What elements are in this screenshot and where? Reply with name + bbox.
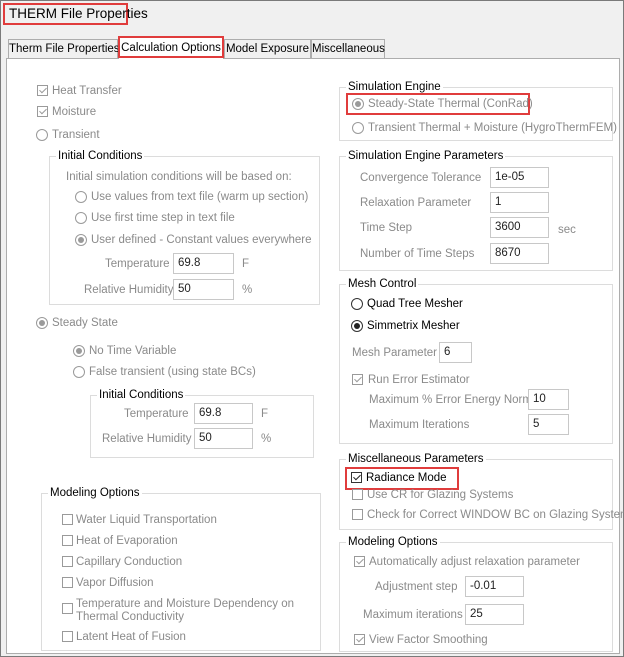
auto-adjust-relaxation-label: Automatically adjust relaxation paramete… — [369, 556, 580, 568]
max-iterations-label: Maximum Iterations — [369, 419, 470, 431]
no-time-variable-label: No Time Variable — [89, 345, 177, 357]
maximum-iterations-label: Maximum iterations — [363, 609, 463, 621]
radiance-mode-checkbox[interactable] — [351, 472, 362, 483]
convergence-tolerance-input[interactable]: 1e-05 — [490, 167, 549, 188]
relative-humidity-unit: % — [242, 284, 253, 296]
use-cr-checkbox[interactable] — [352, 489, 363, 500]
adjustment-step-label: Adjustment step — [375, 581, 458, 593]
radiance-mode-label: Radiance Mode — [366, 472, 447, 484]
steady-state-radio[interactable] — [36, 317, 48, 329]
mesh-parameter-input[interactable]: 6 — [439, 342, 472, 363]
vapor-diffusion-label: Vapor Diffusion — [76, 577, 154, 589]
heat-evaporation-label: Heat of Evaporation — [76, 535, 178, 547]
ss-relative-humidity-label: Relative Humidity — [102, 433, 192, 445]
view-factor-smoothing-label: View Factor Smoothing — [369, 634, 488, 646]
check-window-bc-checkbox[interactable] — [352, 509, 363, 520]
transient-label: Transient — [52, 129, 100, 141]
first-time-step-label: Use first time step in text file — [91, 212, 235, 224]
relative-humidity-input[interactable]: 50 — [173, 279, 234, 300]
auto-adjust-relaxation-checkbox[interactable] — [354, 556, 365, 567]
max-iterations-input[interactable]: 5 — [528, 414, 569, 435]
water-liquid-label: Water Liquid Transportation — [76, 514, 217, 526]
steady-state-thermal-label: Steady-State Thermal (ConRad) — [368, 98, 533, 110]
temp-moisture-dependency-checkbox[interactable] — [62, 603, 73, 614]
quad-tree-mesher-radio[interactable] — [351, 298, 363, 310]
transient-radio[interactable] — [36, 129, 48, 141]
time-step-unit: sec — [558, 224, 576, 236]
steady-state-thermal-radio[interactable] — [352, 98, 364, 110]
tab-therm-file-properties[interactable]: Therm File Properties — [8, 39, 120, 58]
moisture-label: Moisture — [52, 106, 97, 118]
maximum-iterations-input[interactable]: 25 — [465, 604, 524, 625]
ss-temperature-unit: F — [261, 408, 269, 420]
user-defined-label: User defined - Constant values everywher… — [91, 234, 312, 246]
ss-temperature-label: Temperature — [124, 408, 189, 420]
group-title: Simulation Engine — [346, 80, 443, 94]
group-title: Simulation Engine Parameters — [346, 149, 506, 163]
max-error-label: Maximum % Error Energy Norm — [369, 394, 532, 406]
window-title: THERM File Properties — [3, 3, 148, 25]
capillary-conduction-checkbox[interactable] — [62, 556, 73, 567]
vapor-diffusion-checkbox[interactable] — [62, 577, 73, 588]
tab-miscellaneous[interactable]: Miscellaneous — [311, 39, 385, 58]
relaxation-parameter-input[interactable]: 1 — [490, 192, 549, 213]
heat-transfer-label: Heat Transfer — [52, 85, 122, 97]
use-cr-label: Use CR for Glazing Systems — [367, 489, 514, 501]
water-liquid-checkbox[interactable] — [62, 514, 73, 525]
view-factor-smoothing-checkbox[interactable] — [354, 634, 365, 645]
thermal-conductivity-label: Thermal Conductivity — [76, 611, 185, 623]
run-error-estimator-checkbox[interactable] — [352, 374, 363, 385]
ss-relative-humidity-unit: % — [261, 433, 272, 445]
transient-thermal-label: Transient Thermal + Moisture (HygroTherm… — [368, 122, 617, 134]
group-title: Mesh Control — [346, 277, 419, 291]
first-time-step-radio[interactable] — [75, 212, 87, 224]
check-window-bc-label: Check for Correct WINDOW BC on Glazing S… — [367, 509, 624, 521]
use-text-file-label: Use values from text file (warm up secti… — [91, 191, 309, 203]
transient-thermal-radio[interactable] — [352, 122, 364, 134]
latent-heat-checkbox[interactable] — [62, 631, 73, 642]
temperature-label: Temperature — [105, 258, 170, 270]
false-transient-label: False transient (using state BCs) — [89, 366, 256, 378]
time-step-label: Time Step — [360, 222, 412, 234]
user-defined-radio[interactable] — [75, 234, 87, 246]
simmetrix-mesher-radio[interactable] — [351, 320, 363, 332]
adjustment-step-input[interactable]: -0.01 — [465, 576, 524, 597]
relaxation-parameter-label: Relaxation Parameter — [360, 197, 472, 209]
temperature-unit: F — [242, 258, 250, 270]
convergence-tolerance-label: Convergence Tolerance — [360, 172, 482, 184]
run-error-estimator-label: Run Error Estimator — [368, 374, 470, 386]
temp-moisture-dependency-label: Temperature and Moisture Dependency on — [76, 598, 294, 610]
steady-state-label: Steady State — [52, 317, 118, 329]
number-time-steps-input[interactable]: 8670 — [490, 243, 549, 264]
tab-highlight — [118, 36, 224, 58]
max-error-input[interactable]: 10 — [528, 389, 569, 410]
latent-heat-label: Latent Heat of Fusion — [76, 631, 186, 643]
capillary-conduction-label: Capillary Conduction — [76, 556, 183, 568]
ss-relative-humidity-input[interactable]: 50 — [194, 428, 253, 449]
group-title: Modeling Options — [48, 486, 142, 500]
temperature-input[interactable]: 69.8 — [173, 253, 234, 274]
heat-transfer-checkbox[interactable] — [37, 85, 48, 96]
group-title: Initial Conditions — [97, 388, 186, 402]
false-transient-radio[interactable] — [73, 366, 85, 378]
use-text-file-radio[interactable] — [75, 191, 87, 203]
number-time-steps-label: Number of Time Steps — [360, 248, 475, 260]
heat-evaporation-checkbox[interactable] — [62, 535, 73, 546]
group-title: Miscellaneous Parameters — [346, 452, 486, 466]
tab-model-exposure[interactable]: Model Exposure — [224, 39, 311, 58]
quad-tree-mesher-label: Quad Tree Mesher — [367, 298, 463, 310]
simmetrix-mesher-label: Simmetrix Mesher — [367, 320, 460, 332]
time-step-input[interactable]: 3600 — [490, 217, 549, 238]
group-title: Initial Conditions — [56, 149, 145, 163]
ss-temperature-input[interactable]: 69.8 — [194, 403, 253, 424]
moisture-checkbox[interactable] — [37, 106, 48, 117]
initial-conditions-note: Initial simulation conditions will be ba… — [66, 171, 292, 183]
mesh-parameter-label: Mesh Parameter — [352, 347, 438, 359]
relative-humidity-label: Relative Humidity — [84, 284, 174, 296]
no-time-variable-radio[interactable] — [73, 345, 85, 357]
group-title: Modeling Options — [346, 535, 440, 549]
